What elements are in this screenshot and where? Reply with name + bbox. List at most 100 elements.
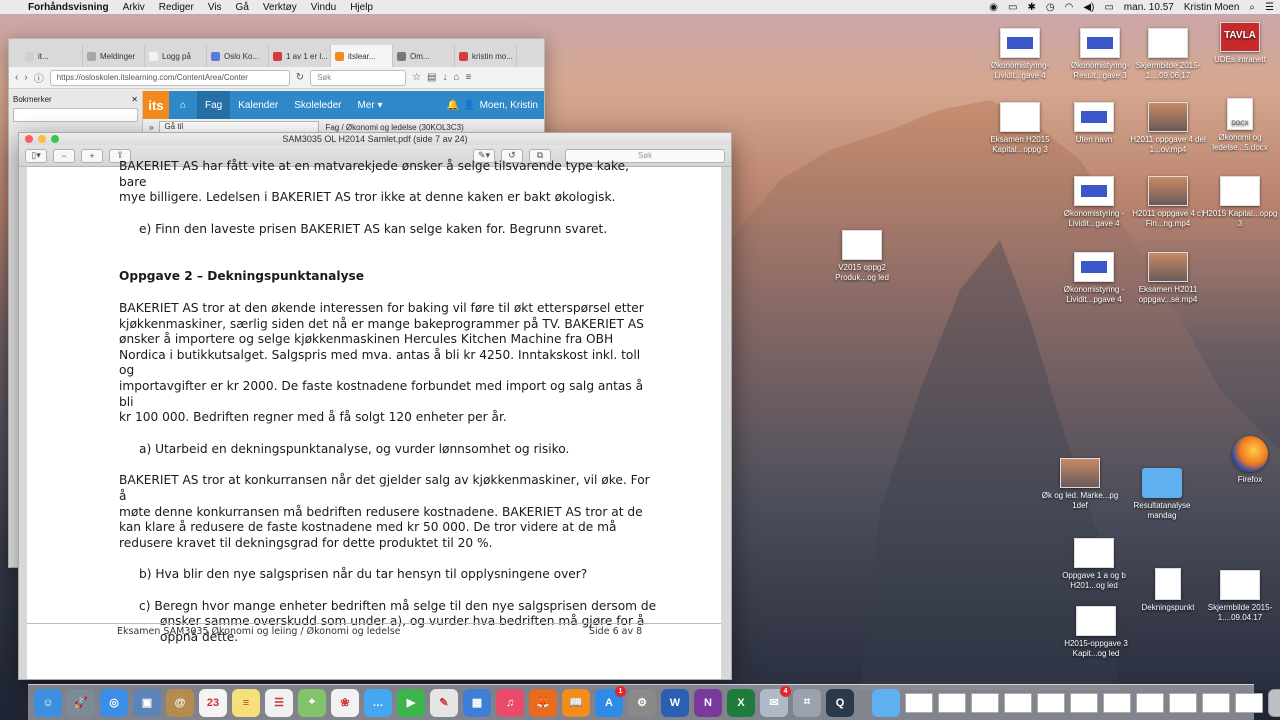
battery-icon[interactable]: ▭ [1104,2,1113,13]
dock-notes-icon[interactable]: ≡ [232,688,260,717]
browser-tab[interactable]: Om... [393,45,455,67]
desktop-icon[interactable]: Økonomistyring-Lividit...gave 4 [980,28,1060,81]
preview-window[interactable]: SAM3035 OL H2014 Samlet.pdf (side 7 av 2… [18,132,732,680]
dock-win8-icon[interactable] [1136,692,1164,713]
dock-safari-icon[interactable]: ◎ [100,688,128,717]
dock-textedit-icon[interactable]: ✎ [430,688,458,717]
dock-win4-icon[interactable] [1004,692,1032,713]
desktop-icon[interactable]: Øk og led. Marke...pg 1def [1040,458,1120,511]
menu-ga[interactable]: Gå [236,2,249,13]
dock-photos-icon[interactable]: ❀ [331,688,359,717]
dock-sysprefs-icon[interactable]: ⚙ [628,688,656,717]
star-icon[interactable]: ☆ [412,72,421,83]
desktop-icon[interactable]: Dekningspunkt [1128,568,1208,613]
its-nav-mer[interactable]: Mer ▾ [350,91,391,119]
desktop-icon[interactable]: Resultatanalyse mandag [1122,468,1202,521]
zoom-out-icon[interactable]: − [53,148,75,163]
desktop-icon[interactable]: H2015 Kapital...oppg 3 [1200,176,1280,229]
dock-reminders-icon[interactable]: ☰ [265,688,293,717]
dock-win5-icon[interactable] [1037,692,1065,713]
dock-folder-icon[interactable] [872,688,900,717]
reload-icon[interactable]: ↻ [296,72,304,83]
back-icon[interactable]: ‹ [15,72,18,83]
desktop-icon[interactable]: Eksamen H2015 Kapital...oppg 3 [980,102,1060,155]
dock-win7-icon[interactable] [1103,692,1131,713]
timemachine-icon[interactable]: ◷ [1046,2,1055,13]
display-icon[interactable]: ▭ [1008,2,1017,13]
desktop-icon[interactable]: Økonomistyring -Lividit...pgave 4 [1054,252,1134,305]
desktop-icon[interactable]: Skjermbilde 2015-1....09.04.17 [1200,570,1280,623]
info-icon[interactable]: ⓘ [34,70,44,85]
wifi-icon[interactable]: ◠ [1065,2,1074,13]
home-icon[interactable]: ⌂ [454,72,460,83]
dock-win11-icon[interactable] [1235,692,1263,713]
minimize-button[interactable] [38,135,46,143]
desktop-icon[interactable]: Skjermbilde 2015-1....09.06.17 [1128,28,1208,81]
its-nav-fag[interactable]: Fag [197,91,231,119]
volume-icon[interactable]: ◀) [1083,2,1094,13]
clock[interactable]: man. 10.57 [1124,2,1174,13]
dock-excel-icon[interactable]: X [727,688,755,717]
sidebar-close-icon[interactable]: ✕ [131,95,138,104]
browser-search-input[interactable]: Søk [310,69,407,86]
close-button[interactable] [25,135,33,143]
download-icon[interactable]: ↓ [443,72,448,83]
notification-center-icon[interactable]: ☰ [1265,2,1274,13]
its-bell-icon[interactable]: 🔔 [447,100,459,111]
dock-win9-icon[interactable] [1169,692,1197,713]
dock-win2-icon[interactable] [938,692,966,713]
sidebar-search-input[interactable] [13,108,138,122]
dock-launchpad-icon[interactable]: 🚀 [67,688,95,717]
dock-itunes-icon[interactable]: ♫ [496,688,524,717]
dock-firefox-icon[interactable]: 🦊 [529,688,557,717]
desktop-icon[interactable]: V2015 oppg2 Produk...og led [822,230,902,283]
dock-calendar-icon[interactable]: 23 [199,688,227,717]
its-home-icon[interactable]: ⌂ [169,91,197,119]
browser-tab[interactable]: Logg på [145,45,207,67]
dock-contacts-icon[interactable]: @ [166,688,194,717]
dock-mail-icon[interactable]: ✉ 4 [760,685,791,717]
bluetooth-icon[interactable]: ✱ [1027,2,1035,13]
desktop-icon[interactable]: H2011 oppgave 4 del 1...ov.mp4 [1128,102,1208,155]
user-name[interactable]: Kristin Moen [1184,2,1240,13]
desktop-icon[interactable]: TAVLA UDEs intranett [1200,22,1280,65]
browser-tab[interactable]: itslear... [331,45,393,67]
dock-win3-icon[interactable] [971,692,999,713]
dock-screenshot-icon[interactable]: ⌗ [793,688,821,717]
dock-appstore-icon[interactable]: A1 [595,685,626,717]
url-input[interactable]: https://osloskolen.itslearning.com/Conte… [49,69,290,86]
dock-win1-icon[interactable] [905,692,933,713]
dock-win10-icon[interactable] [1202,692,1230,713]
its-user-name[interactable]: Moen, Kristin [480,100,538,111]
its-user-icon[interactable]: 👤 [463,100,475,111]
desktop-icon[interactable]: Eksamen H2011 oppgav...se.mp4 [1128,252,1208,305]
dock-finder-icon[interactable]: ☺ [34,688,62,717]
desktop-icon[interactable]: DOCX Økonomi og ledelse...5.docx [1200,98,1280,153]
menu-vis[interactable]: Vis [208,2,222,13]
dock-quicktime-icon[interactable]: Q [826,688,854,717]
spotlight-icon[interactable]: ⌕ [1249,2,1255,13]
desktop-icon[interactable]: H2015-oppgave 3 Kapit...og led [1056,606,1136,659]
browser-tab[interactable]: Meldinger [83,45,145,67]
dock-keynote-icon[interactable]: ▦ [463,688,491,717]
menu-verktoy[interactable]: Verktøy [263,2,297,13]
breadcrumb[interactable]: Fag / Økonomi og ledelse (30KOL3C3) [325,123,463,132]
dock-maps-icon[interactable]: ⌖ [298,688,326,717]
menu-vindu[interactable]: Vindu [311,2,336,13]
browser-tab[interactable]: 1 av 1 er l... [269,45,331,67]
sidebar-toggle-icon[interactable]: ▯▾ [25,148,47,163]
desktop-icon[interactable]: Uten navn [1054,102,1134,145]
menu-hjelp[interactable]: Hjelp [350,2,373,13]
desktop-icon[interactable]: Økonomistyring - Lividit...gave 4 [1054,176,1134,229]
desktop-icon[interactable]: Oppgave 1 a og b H201...og led [1054,538,1134,591]
document-area[interactable]: BAKERIET AS har fått vite at en matvarek… [19,159,731,679]
zoom-button[interactable] [51,135,59,143]
dock-trash-icon[interactable] [1268,688,1280,717]
dock-win6-icon[interactable] [1070,692,1098,713]
zoom-in-icon[interactable]: + [81,148,103,163]
menu-icon[interactable]: ≡ [466,72,472,83]
expand-icon[interactable]: » [149,123,153,132]
desktop-icon[interactable]: H2011 oppgave 4 c) Fin...ng.mp4 [1128,176,1208,229]
record-icon[interactable]: ◉ [989,2,998,13]
browser-tab[interactable]: kristin mo... [455,45,517,67]
